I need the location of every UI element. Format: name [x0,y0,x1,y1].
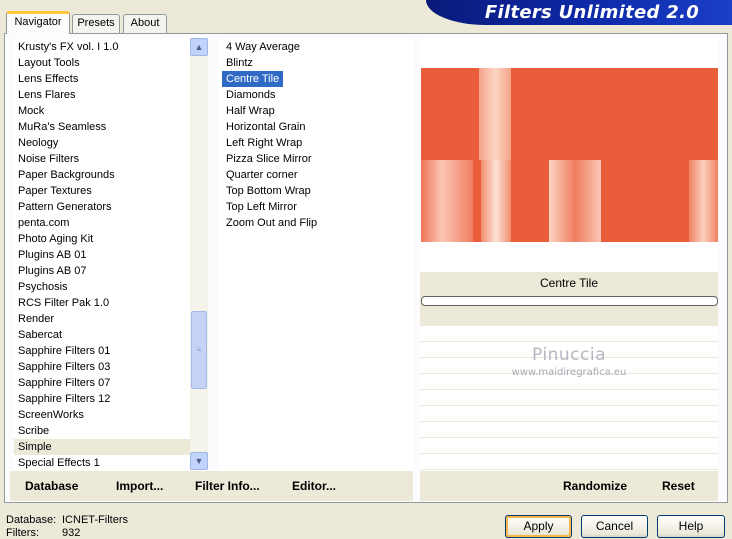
watermark-text: Pinuccia [532,345,606,365]
chevron-down-icon: ▼ [194,456,204,466]
preview-image [421,68,718,242]
filter-item[interactable]: Top Left Mirror [218,199,414,215]
preview-texture-band [421,160,473,242]
category-item[interactable]: Special Effects 1 [14,455,190,471]
cancel-button[interactable]: Cancel [581,515,648,538]
category-item[interactable]: Neology [14,135,190,151]
tab-presets[interactable]: Presets [72,14,120,33]
category-item[interactable]: Plugins AB 07 [14,263,190,279]
filter-item[interactable]: 4 Way Average [218,39,414,55]
filter-list[interactable]: 4 Way Average Blintz Centre Tile Diamonds Ha… [218,39,414,471]
editor-button[interactable]: Editor... [292,479,336,493]
category-item[interactable]: Sapphire Filters 12 [14,391,190,407]
category-item[interactable]: Paper Backgrounds [14,167,190,183]
filter-item[interactable]: Horizontal Grain [218,119,414,135]
preview-filter-name: Centre Tile [539,276,599,290]
category-item[interactable]: Simple [14,439,190,455]
tab-navigator[interactable]: Navigator [6,11,70,34]
preview-texture-band [481,160,511,242]
category-item[interactable]: Mock [14,103,190,119]
category-item[interactable]: Lens Flares [14,87,190,103]
category-item[interactable]: Layout Tools [14,55,190,71]
category-item[interactable]: RCS Filter Pak 1.0 [14,295,190,311]
filter-item[interactable]: Quarter corner [218,167,414,183]
filter-item[interactable]: Diamonds [218,87,414,103]
filter-item[interactable]: Blintz [218,55,414,71]
watermark-url: www.maidiregrafica.eu [511,367,627,378]
randomize-button[interactable]: Randomize [563,479,627,493]
filter-info-button[interactable]: Filter Info... [195,479,260,493]
category-item[interactable]: Sapphire Filters 07 [14,375,190,391]
category-item[interactable]: Pattern Generators [14,199,190,215]
category-item[interactable]: Scribe [14,423,190,439]
filters-count-value: 932 [62,527,81,539]
scroll-thumb[interactable]: ≡ [191,311,207,389]
category-item[interactable]: Lens Effects [14,71,190,87]
category-item[interactable]: Photo Aging Kit [14,231,190,247]
category-item[interactable]: Paper Textures [14,183,190,199]
preview-texture-band [689,160,718,242]
preview-texture-band [549,160,601,242]
category-item[interactable]: Sapphire Filters 03 [14,359,190,375]
chevron-up-icon: ▲ [194,42,204,52]
progress-bar [421,296,718,306]
category-item[interactable]: Plugins AB 01 [14,247,190,263]
category-item[interactable]: Noise Filters [14,151,190,167]
database-button[interactable]: Database [25,479,78,493]
filter-item[interactable]: Centre Tile [218,71,414,87]
database-value: ICNET-Filters [62,514,128,526]
category-item[interactable]: Psychosis [14,279,190,295]
selected-filter-label: Centre Tile [222,71,284,87]
filter-item[interactable]: Top Bottom Wrap [218,183,414,199]
category-item[interactable]: penta.com [14,215,190,231]
reset-button[interactable]: Reset [662,479,695,493]
category-item[interactable]: Sabercat [14,327,190,343]
category-item[interactable]: Render [14,311,190,327]
filters-count-label: Filters: [6,527,39,539]
scroll-up-button[interactable]: ▲ [190,38,208,56]
help-button[interactable]: Help [657,515,725,538]
app-title: Filters Unlimited 2.0 [484,2,700,23]
filter-item[interactable]: Half Wrap [218,103,414,119]
import-button[interactable]: Import... [116,479,163,493]
category-item[interactable]: MuRa's Seamless [14,119,190,135]
filter-item[interactable]: Pizza Slice Mirror [218,151,414,167]
database-label: Database: [6,514,57,526]
filter-item[interactable]: Left Right Wrap [218,135,414,151]
category-item[interactable]: Krusty's FX vol. I 1.0 [14,39,190,55]
apply-button[interactable]: Apply [505,515,572,538]
category-list[interactable]: Krusty's FX vol. I 1.0 Layout Tools Lens E… [14,39,190,471]
filter-item[interactable]: Zoom Out and Flip [218,215,414,231]
scroll-down-button[interactable]: ▼ [190,452,208,470]
category-item[interactable]: Sapphire Filters 01 [14,343,190,359]
tab-about[interactable]: About [123,14,167,33]
category-scrollbar[interactable]: ▲ ≡ ▼ [190,38,208,470]
category-item[interactable]: ScreenWorks [14,407,190,423]
